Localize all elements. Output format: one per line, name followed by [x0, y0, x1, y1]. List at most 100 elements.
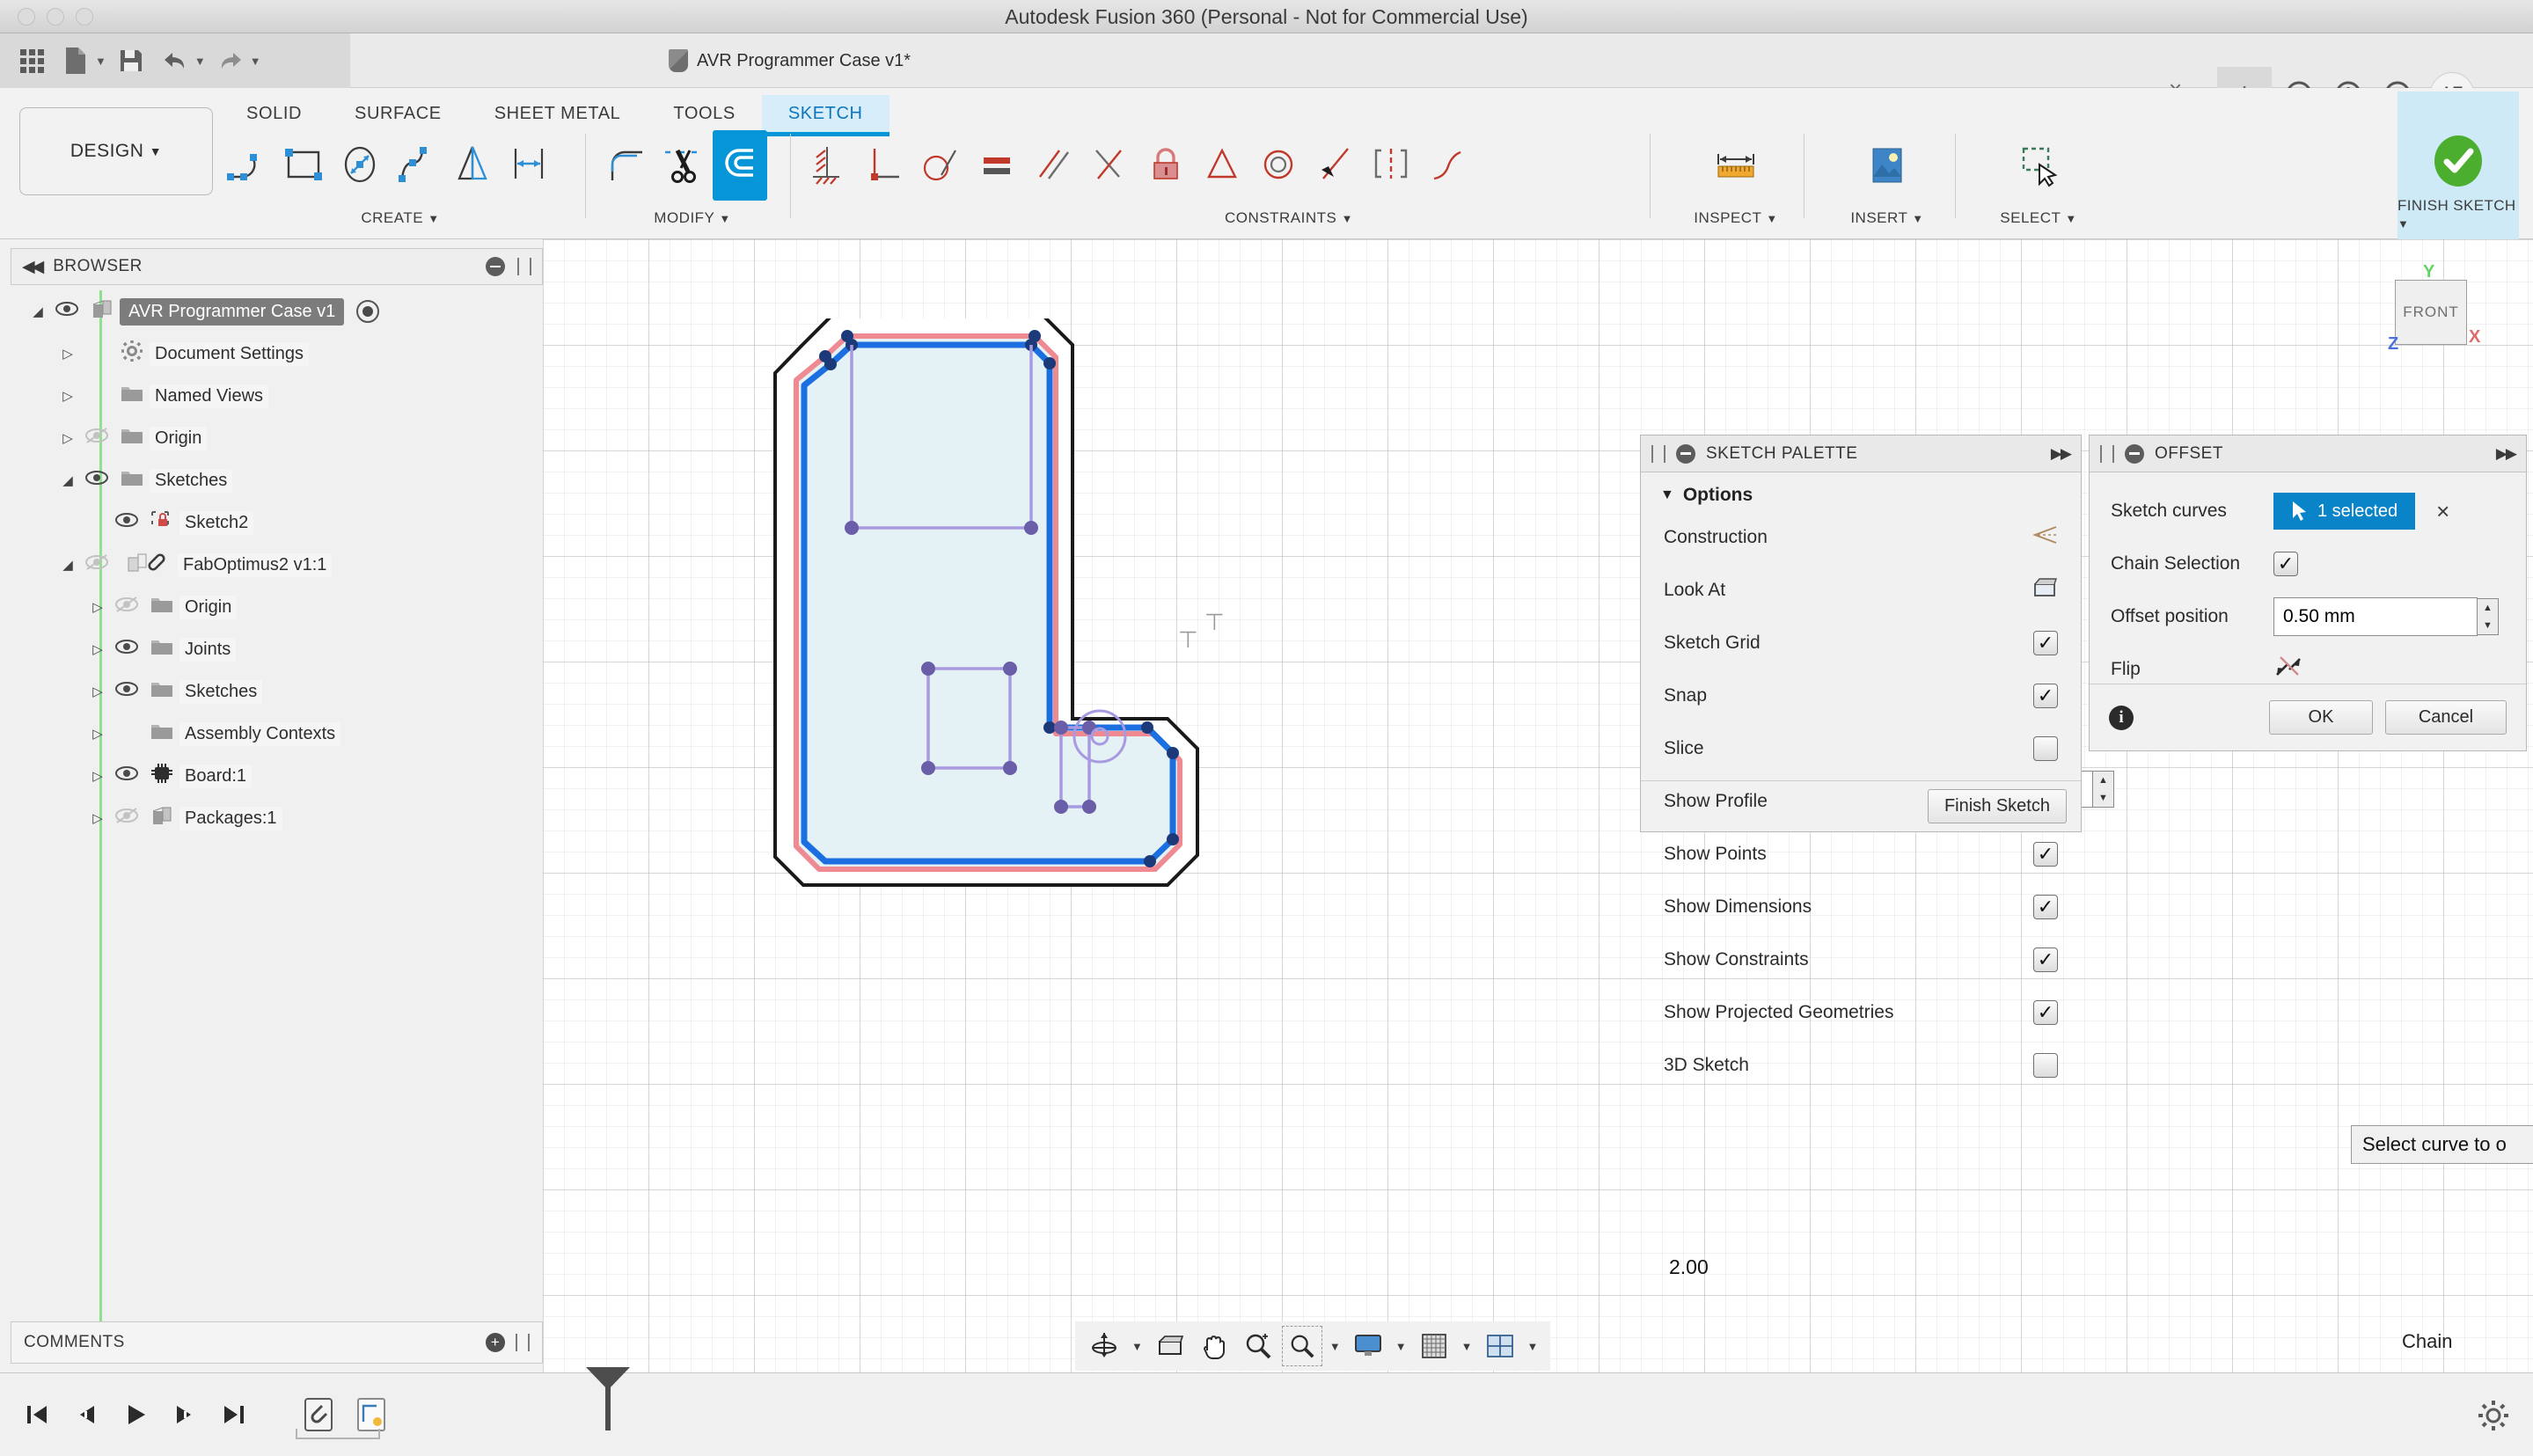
undo-icon[interactable] [156, 41, 194, 80]
viewports-icon[interactable] [1480, 1326, 1520, 1366]
collapse-browser-icon[interactable]: ◀◀ [22, 257, 44, 277]
tab-solid[interactable]: SOLID [220, 95, 328, 133]
sketch-palette-grip[interactable] [1651, 444, 1665, 463]
flip-arrows-icon[interactable] [2273, 654, 2303, 685]
gear-icon[interactable] [2477, 1399, 2510, 1437]
comments-resize-handle[interactable] [516, 1334, 530, 1351]
offset-position-stepper[interactable]: ▲ ▼ [2478, 598, 2499, 635]
info-icon[interactable]: i [2109, 705, 2134, 730]
checkbox[interactable]: ✓ [2033, 736, 2058, 761]
add-comment-button[interactable]: + [486, 1333, 505, 1352]
fix-lock-icon[interactable] [1138, 130, 1193, 201]
fit-dropdown-caret[interactable]: ▼ [1329, 1340, 1341, 1353]
tab-sketch[interactable]: SKETCH [761, 95, 889, 136]
checkbox[interactable]: ✓ [2033, 684, 2058, 708]
collapse-arrow-icon[interactable]: ▷ [56, 430, 79, 446]
collinear-icon[interactable] [1307, 130, 1362, 201]
collapse-arrow-icon[interactable]: ▷ [86, 641, 109, 657]
document-tab[interactable]: AVR Programmer Case v1* [669, 39, 911, 83]
eye-visible-icon[interactable] [109, 511, 144, 534]
eye-visible-icon[interactable] [79, 469, 114, 492]
coincident-constraint-icon[interactable]: ⊤ [1204, 609, 1225, 636]
step-forward-icon[interactable] [167, 1395, 202, 1434]
stepper-up-icon[interactable]: ▲ [2478, 599, 2498, 617]
perpendicular-icon[interactable] [857, 130, 911, 201]
tab-tools[interactable]: TOOLS [647, 95, 761, 133]
grid-dropdown-caret[interactable]: ▼ [1461, 1340, 1473, 1353]
orbit-dropdown-caret[interactable]: ▼ [1131, 1340, 1143, 1353]
select-window-icon[interactable] [2011, 130, 2066, 201]
grid-snap-icon[interactable] [1414, 1326, 1454, 1366]
tab-sheet-metal[interactable]: SHEET METAL [468, 95, 648, 133]
offset-value-stepper[interactable]: ▲ ▼ [2093, 771, 2114, 808]
tree-node-document-settings[interactable]: ▷ Document Settings [11, 333, 543, 375]
tree-node-packages-1[interactable]: ▷ Packages:1 [11, 797, 543, 839]
browser-tree[interactable]: ◢ AVR Programmer Case v1 ▷ Document Setting… [11, 290, 543, 839]
orbit-icon[interactable] [1084, 1326, 1124, 1366]
tree-node-avr-programmer-case-v1[interactable]: ◢ AVR Programmer Case v1 [11, 290, 543, 333]
collapse-arrow-icon[interactable]: ▷ [86, 599, 109, 615]
ribbon-group-select-label[interactable]: SELECT ▼ [1973, 209, 2105, 227]
tree-node-origin[interactable]: ▷ Origin [11, 417, 543, 459]
redo-icon[interactable] [211, 41, 250, 80]
offset-dialog-expand-icon[interactable]: ▶▶ [2496, 445, 2517, 463]
dimension-icon[interactable] [501, 130, 556, 201]
insert-image-icon[interactable] [1860, 130, 1914, 201]
tree-node-joints[interactable]: ▷ Joints [11, 628, 543, 670]
timeline-playhead[interactable] [586, 1367, 630, 1430]
offset-icon[interactable] [713, 130, 767, 201]
checkbox[interactable]: ✓ [2033, 1000, 2058, 1025]
fit-icon[interactable] [1281, 1326, 1322, 1366]
offset-dialog-grip[interactable] [2100, 444, 2114, 463]
collapse-arrow-icon[interactable]: ▷ [86, 768, 109, 784]
workspace-switcher-button[interactable]: DESIGN ▼ [19, 107, 213, 195]
sketch-canvas[interactable]: ◀ ▌ ▶ ⊤ ⊤ 2.00 ▲ ▼ FRONT Y Z X [543, 239, 2533, 1372]
sketch-palette-expand-icon[interactable]: ▶▶ [2051, 445, 2072, 463]
apps-grid-icon[interactable] [12, 41, 51, 80]
zoom-icon[interactable] [1238, 1326, 1278, 1366]
stepper-down-icon[interactable]: ▼ [2093, 789, 2113, 807]
stepper-up-icon[interactable]: ▲ [2093, 772, 2113, 789]
rectangle-icon[interactable] [276, 130, 331, 201]
expand-arrow-icon[interactable]: ◢ [56, 472, 79, 488]
look-at-icon[interactable] [1150, 1326, 1190, 1366]
measure-ruler-icon[interactable] [1709, 130, 1763, 201]
tab-surface[interactable]: SURFACE [328, 95, 468, 133]
tree-node-sketches[interactable]: ◢ Sketches [11, 459, 543, 501]
mirror-icon[interactable] [445, 130, 500, 201]
checkbox[interactable]: ✓ [2033, 895, 2058, 919]
fillet-icon[interactable] [600, 130, 655, 201]
offset-position-field[interactable]: ▲ ▼ [2273, 597, 2499, 636]
equal-icon[interactable] [970, 130, 1024, 201]
new-document-dropdown-caret[interactable]: ▼ [95, 55, 106, 68]
checkbox[interactable]: ✓ [2033, 1053, 2058, 1078]
look-at-icon[interactable] [2032, 576, 2058, 604]
coincident-constraint-icon[interactable]: ⊤ [1178, 626, 1198, 654]
finish-sketch-palette-button[interactable]: Finish Sketch [1927, 789, 2067, 823]
spline-icon[interactable] [389, 130, 443, 201]
collapse-arrow-icon[interactable]: ▷ [56, 388, 79, 404]
construction-icon[interactable] [2032, 523, 2058, 552]
eye-visible-icon[interactable] [109, 680, 144, 703]
step-back-icon[interactable] [69, 1395, 104, 1434]
eye-visible-icon[interactable] [109, 638, 144, 661]
eye-hidden-icon[interactable] [109, 596, 144, 618]
tree-node-named-views[interactable]: ▷ Named Views [11, 375, 543, 417]
display-dropdown-caret[interactable]: ▼ [1395, 1340, 1407, 1353]
new-document-icon[interactable] [56, 41, 95, 80]
sketch-drawing[interactable] [692, 318, 1484, 1357]
ribbon-group-constraints-label[interactable]: CONSTRAINTS ▼ [959, 209, 1619, 227]
ribbon-group-insert-label[interactable]: INSERT ▼ [1821, 209, 1953, 227]
offset-position-input[interactable] [2273, 597, 2478, 636]
line-icon[interactable] [220, 130, 275, 201]
go-to-end-icon[interactable] [216, 1395, 252, 1434]
dimension-label[interactable]: 2.00 [1669, 1255, 1709, 1279]
collapse-arrow-icon[interactable]: ▷ [86, 726, 109, 742]
stepper-down-icon[interactable]: ▼ [2478, 617, 2498, 634]
go-to-start-icon[interactable] [19, 1395, 55, 1434]
ribbon-group-inspect-label[interactable]: INSPECT ▼ [1670, 209, 1802, 227]
checkbox[interactable]: ✓ [2033, 631, 2058, 655]
collapse-arrow-icon[interactable]: ▷ [56, 346, 79, 362]
curvature-icon[interactable] [1420, 130, 1475, 201]
expand-arrow-icon[interactable]: ◢ [56, 557, 79, 573]
